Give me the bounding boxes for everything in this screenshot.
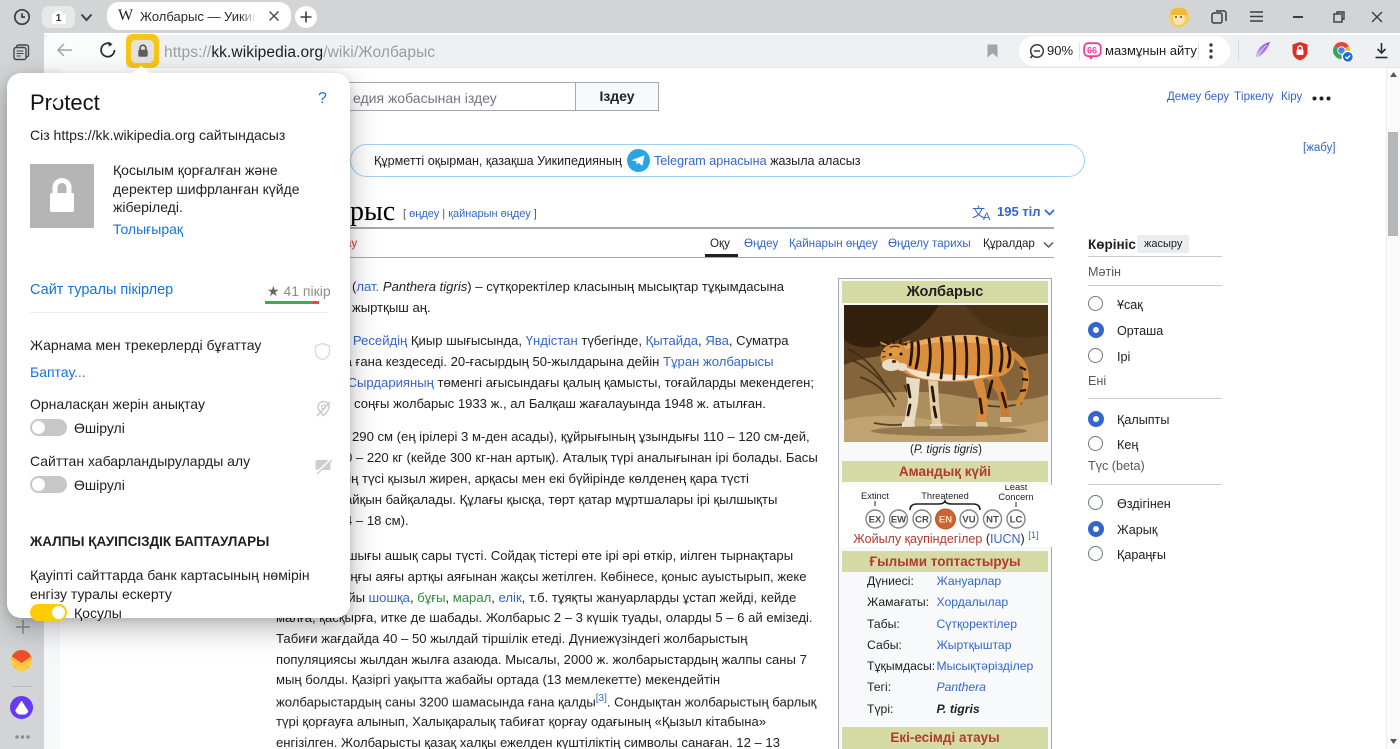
svg-text:LC: LC (1010, 515, 1023, 526)
svg-text:A: A (983, 211, 991, 222)
svg-text:CR: CR (915, 515, 929, 526)
svg-text:EW: EW (891, 515, 906, 526)
svg-text:EN: EN (939, 515, 952, 526)
svg-text:Extinct: Extinct (861, 491, 889, 501)
svg-text:VU: VU (962, 515, 975, 526)
svg-text:Least: Least (1005, 485, 1028, 492)
svg-text:NT: NT (986, 515, 999, 526)
svg-text:EX: EX (869, 515, 882, 526)
svg-text:Concern: Concern (998, 492, 1033, 502)
svg-text:66: 66 (1087, 46, 1097, 56)
